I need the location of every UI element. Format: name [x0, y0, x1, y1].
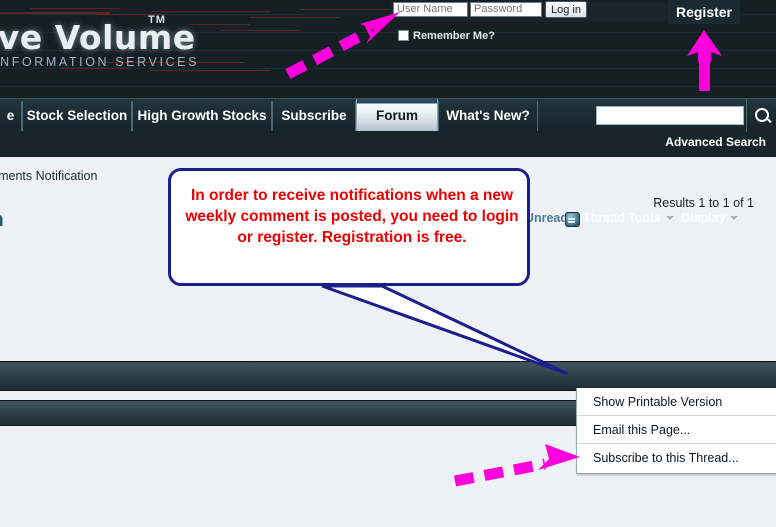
menu-item-email-this-page[interactable]: Email this Page... [577, 416, 776, 444]
advanced-search-link[interactable]: Advanced Search [665, 135, 766, 149]
main-navigation: e Stock Selection High Growth Stocks Sub… [0, 98, 776, 133]
site-logo-text[interactable]: ive Volume [0, 18, 196, 57]
username-input[interactable] [393, 2, 468, 17]
nav-item-stock-selection[interactable]: Stock Selection [22, 101, 132, 131]
nav-item-whats-new[interactable]: What's New? [438, 101, 538, 131]
display-menu[interactable]: Display [681, 211, 739, 225]
thread-tools-menu[interactable]: Thread Tools [583, 211, 674, 225]
thread-tools-label: Thread Tools [583, 211, 661, 225]
remember-me-checkbox[interactable] [398, 30, 409, 41]
password-input[interactable] [470, 2, 542, 17]
results-count: Results 1 to 1 of 1 [653, 196, 754, 210]
app-root: ive Volume TM INFORMATION SERVICES Log i… [0, 0, 776, 527]
thread-tools-dropdown: Show Printable Version Email this Page..… [576, 388, 776, 474]
nav-item-forum[interactable]: Forum [356, 99, 438, 131]
menu-item-subscribe-to-this-thread[interactable]: Subscribe to this Thread... [577, 444, 776, 472]
remember-me-label: Remember Me? [413, 30, 495, 42]
nav-item-subscribe[interactable]: Subscribe [272, 101, 356, 131]
remember-me-row[interactable]: Remember Me? [398, 26, 495, 42]
search-input[interactable] [596, 106, 744, 125]
callout-text: In order to receive notifications when a… [185, 187, 519, 246]
unread-post-icon[interactable] [565, 212, 580, 227]
register-button[interactable]: Register [668, 0, 740, 24]
page-title: ation [0, 209, 4, 232]
search-icon [755, 108, 769, 122]
chevron-down-icon [730, 216, 739, 220]
nav-item-high-growth-stocks[interactable]: High Growth Stocks [132, 101, 272, 131]
nav-item-0[interactable]: e [0, 101, 22, 131]
callout-bubble: In order to receive notifications when a… [168, 168, 530, 286]
display-label: Display [681, 211, 726, 225]
chevron-down-icon [665, 216, 674, 220]
search-button[interactable] [746, 99, 776, 133]
thread-toolbar-bar [0, 361, 776, 391]
menu-item-show-printable-version[interactable]: Show Printable Version [577, 388, 776, 416]
advanced-search-bar: Advanced Search [0, 132, 776, 157]
nav-search-area [588, 99, 776, 133]
breadcrumb[interactable]: y Comments Notification [0, 169, 97, 183]
site-logo-subtitle: INFORMATION SERVICES [0, 55, 200, 69]
site-banner: ive Volume TM INFORMATION SERVICES Log i… [0, 0, 776, 98]
login-button[interactable]: Log in [545, 1, 587, 18]
trademark-symbol: TM [148, 14, 166, 26]
